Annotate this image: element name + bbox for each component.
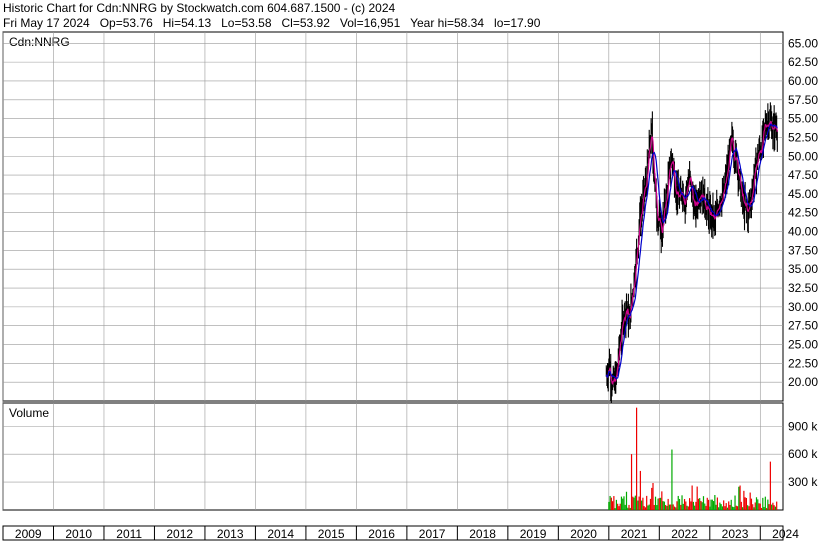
price-tick-label: 57.50: [788, 93, 818, 107]
x-tick-label: 2010: [65, 527, 92, 541]
price-y-axis: 65.00 62.50 60.00 57.50 55.00 52.50 50.00 47.50…: [788, 36, 818, 389]
volume-tick-label: 300 k: [788, 475, 818, 489]
x-tick-label: 2022: [671, 527, 698, 541]
x-tick-label: 2019: [520, 527, 547, 541]
price-tick-label: 60.00: [788, 74, 818, 88]
x-tick-label: 2023: [722, 527, 749, 541]
price-tick-label: 52.50: [788, 130, 818, 144]
price-tick-label: 35.00: [788, 262, 818, 276]
stock-chart: Cdn:NNRG Volume 65.00 62.50 60.00 57.50 55.0…: [2, 31, 818, 541]
price-tick-label: 42.50: [788, 206, 818, 220]
price-tick-label: 65.00: [788, 36, 818, 50]
price-tick-label: 32.50: [788, 281, 818, 295]
volume-y-axis: 900 k 600 k 300 k: [788, 419, 818, 489]
x-tick-label: 2020: [570, 527, 597, 541]
price-tick-label: 47.50: [788, 168, 818, 182]
x-tick-label: 2011: [116, 527, 142, 541]
x-tick-label: 2009: [15, 527, 42, 541]
price-tick-label: 55.00: [788, 112, 818, 126]
volume-panel-label: Volume: [9, 406, 49, 420]
volume-panel: [2, 402, 784, 511]
volume-tick-label: 900 k: [788, 419, 818, 433]
price-tick-label: 37.50: [788, 243, 818, 257]
price-tick-label: 30.00: [788, 300, 818, 314]
x-tick-label: 2016: [368, 527, 395, 541]
x-tick-label: 2014: [267, 527, 294, 541]
price-tick-label: 62.50: [788, 55, 818, 69]
x-tick-label: 2012: [166, 527, 193, 541]
x-tick-label: 2017: [419, 527, 446, 541]
price-panel-label: Cdn:NNRG: [9, 35, 70, 49]
price-tick-label: 22.50: [788, 356, 818, 370]
price-tick-label: 45.00: [788, 187, 818, 201]
x-tick-label: 2024: [772, 527, 799, 541]
x-tick-label: 2013: [217, 527, 244, 541]
price-tick-label: 40.00: [788, 225, 818, 239]
price-tick-label: 20.00: [788, 375, 818, 389]
price-tick-label: 27.50: [788, 319, 818, 333]
volume-tick-label: 600 k: [788, 447, 818, 461]
x-tick-label: 2015: [318, 527, 345, 541]
price-tick-label: 50.00: [788, 149, 818, 163]
price-tick-label: 25.00: [788, 338, 818, 352]
x-tick-label: 2018: [469, 527, 496, 541]
x-tick-label: 2021: [621, 527, 648, 541]
